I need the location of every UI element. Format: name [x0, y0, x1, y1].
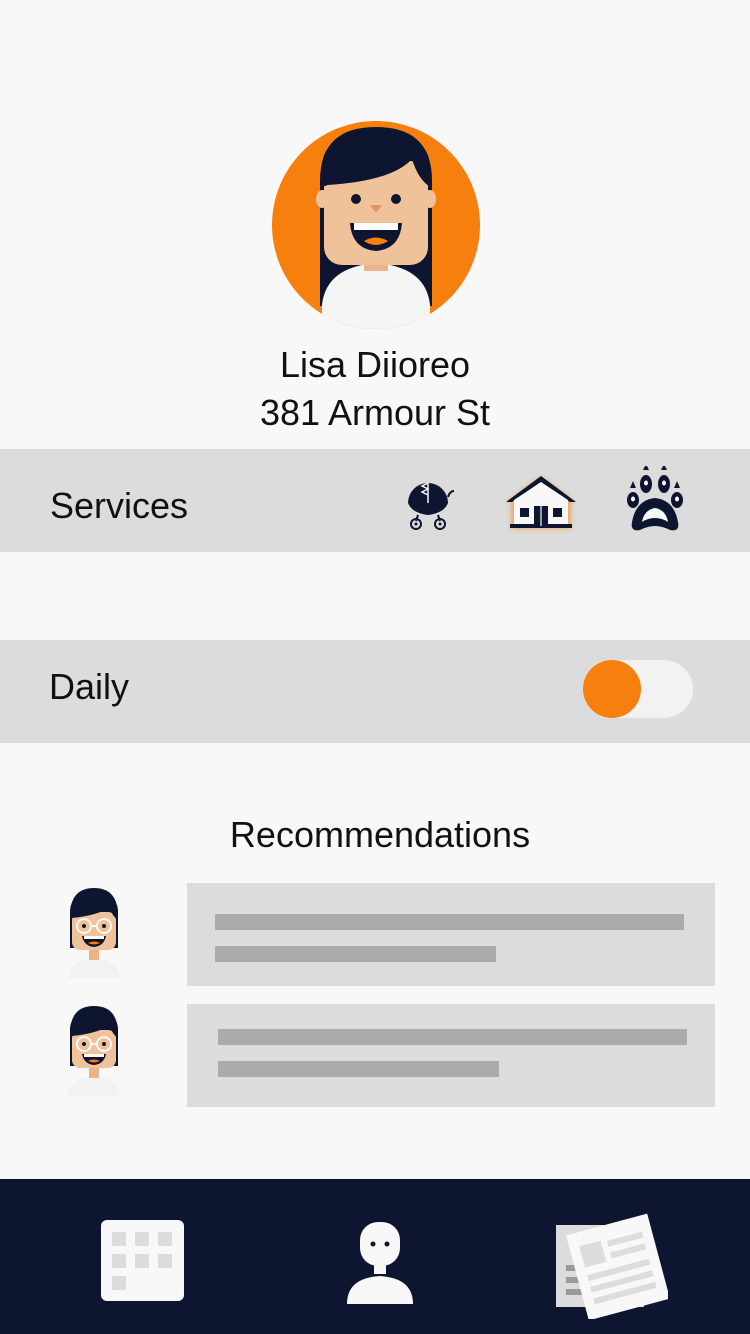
recommendation-card[interactable] [187, 1004, 715, 1107]
paw-icon[interactable] [624, 466, 686, 534]
profile-icon[interactable] [345, 1222, 415, 1304]
profile-address: 381 Armour St [259, 392, 491, 433]
recommendations-title: Recommendations [229, 814, 531, 855]
skeleton-line [218, 1061, 499, 1077]
house-icon[interactable] [500, 470, 582, 534]
toggle-knob [583, 660, 641, 718]
skeleton-line [215, 914, 684, 930]
grid-icon[interactable] [101, 1220, 184, 1301]
skeleton-line [218, 1029, 687, 1045]
profile-name: Lisa Diioreo [279, 344, 471, 385]
profile-avatar-icon [272, 121, 480, 329]
newspaper-icon[interactable] [556, 1209, 668, 1319]
woman-glasses-avatar-icon [68, 888, 120, 978]
services-label: Services [50, 485, 189, 526]
recommendation-card[interactable] [187, 883, 715, 986]
skeleton-line [215, 946, 496, 962]
stroller-icon[interactable] [402, 477, 454, 531]
daily-toggle[interactable] [583, 660, 693, 718]
bottom-nav [0, 1179, 750, 1334]
daily-label: Daily [49, 666, 130, 707]
woman-glasses-avatar-icon [68, 1006, 120, 1096]
